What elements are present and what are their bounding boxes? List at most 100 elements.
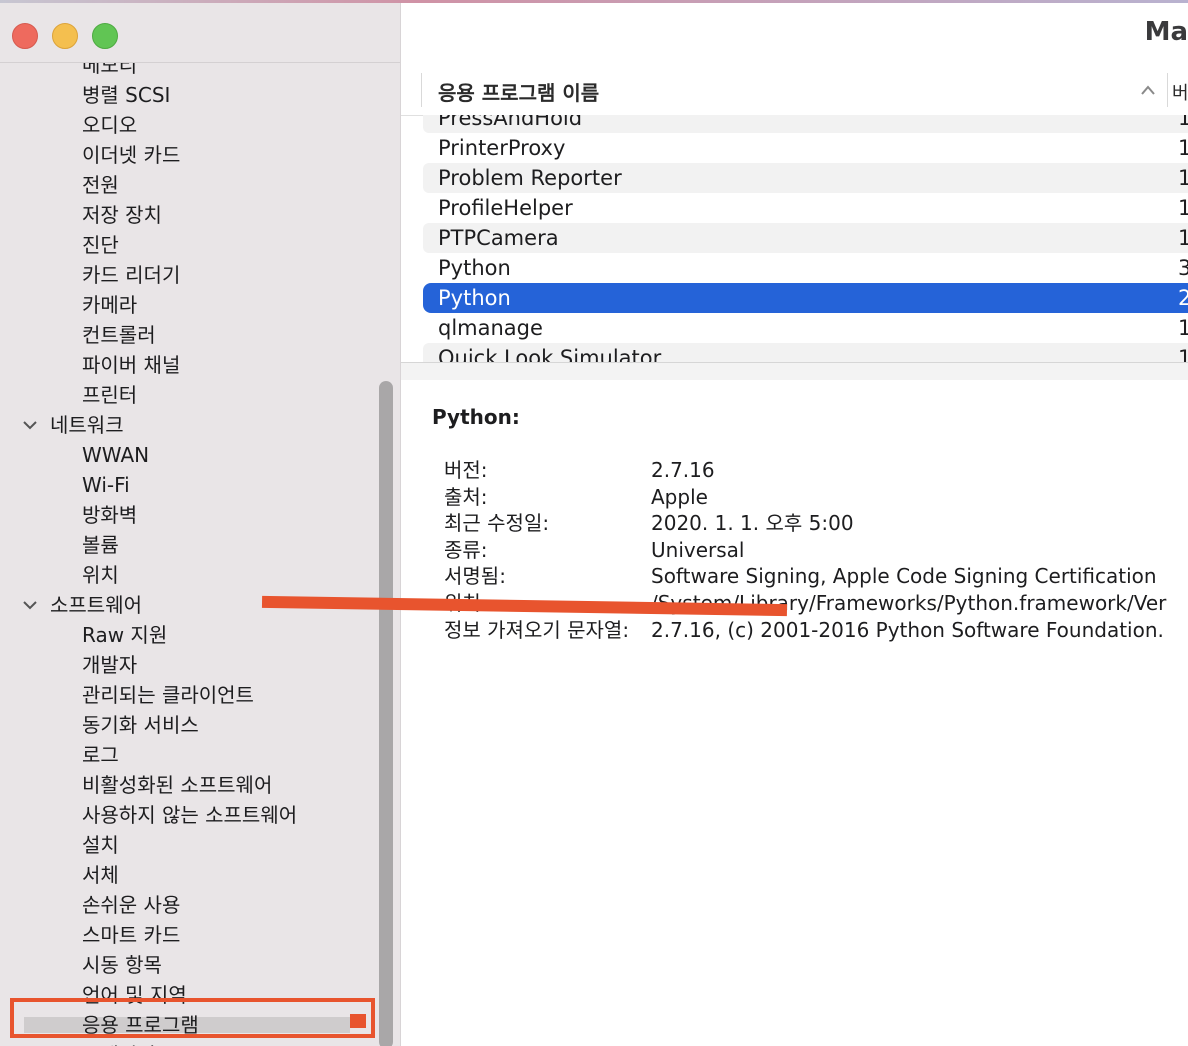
table-row[interactable]: Problem Reporter 1 [423,163,1188,193]
sidebar-item[interactable]: 진단 [0,230,380,260]
app-name-cell: qlmanage [438,316,543,340]
sidebar-item-label: 로그 [82,743,119,767]
sidebar-item-label: WWAN [82,443,150,467]
sidebar-item[interactable]: 파이버 채널 [0,350,380,380]
app-version-cell: 2 [1178,286,1188,310]
sidebar-item[interactable]: Raw 지원 [0,620,380,650]
sidebar-item-label: 카메라 [82,293,138,317]
close-window-button[interactable] [12,23,38,49]
sidebar-item[interactable]: 설치 [0,830,380,860]
sidebar-group[interactable]: 네트워크 [0,410,380,440]
sidebar-item-label: 컨트롤러 [82,323,156,347]
sidebar-item-label: 비활성화된 소프트웨어 [82,773,273,797]
sidebar-item[interactable]: 카메라 [0,290,380,320]
app-version-cell: 1 [1178,226,1188,250]
app-name-cell: ProfileHelper [438,196,573,220]
sidebar-item[interactable]: 개발자 [0,650,380,680]
table-row[interactable]: Python 3 [423,253,1188,283]
sidebar-item[interactable]: 서체 [0,860,380,890]
sidebar-item[interactable]: 비활성화된 소프트웨어 [0,770,380,800]
sidebar-scrollbar[interactable] [379,381,393,1046]
applications-table: PressAndHold 1 PrinterProxy 1 Problem Report… [401,115,1188,362]
sidebar-item-label: 시동 항목 [82,953,162,977]
sidebar-item-label: 프레임워크 [82,1040,174,1046]
app-name-cell: Quick Look Simulator [438,346,662,362]
sidebar-item-label: 관리되는 클라이언트 [82,683,254,707]
sidebar-item-label: 방화벽 [82,503,138,527]
sidebar-item-label: 네트워크 [50,413,124,437]
sidebar-item[interactable]: 이더넷 카드 [0,140,380,170]
sidebar-item-label: 개발자 [82,653,138,677]
detail-field-key: 정보 가져오기 문자열: [444,617,630,642]
sidebar-item[interactable]: 방화벽 [0,500,380,530]
sidebar-item-label: 파이버 채널 [82,353,181,377]
sidebar-item[interactable]: WWAN [0,440,380,470]
chevron-down-icon[interactable] [23,418,37,432]
app-name-cell: Python [438,256,511,280]
table-row[interactable]: qlmanage 1 [423,313,1188,343]
minimize-window-button[interactable] [52,23,78,49]
sidebar-item[interactable]: 컨트롤러 [0,320,380,350]
app-name-cell: Problem Reporter [438,166,622,190]
sidebar-item[interactable]: 위치 [0,560,380,590]
app-version-cell: 1 [1178,196,1188,220]
sidebar-item-label: 진단 [82,233,119,257]
sidebar-item[interactable]: 카드 리더기 [0,260,380,290]
sidebar-item-label: 전원 [82,173,119,197]
sidebar-item-label: 볼륨 [82,533,119,557]
sidebar-item-label: 오디오 [82,113,138,137]
titlebar-divider [0,62,400,63]
chevron-down-icon[interactable] [23,598,37,612]
table-row[interactable]: Python 2 [423,283,1188,313]
sidebar-item[interactable]: 병렬 SCSI [0,80,380,110]
sidebar-item[interactable]: 오디오 [0,110,380,140]
sidebar-item-label: 응용 프로그램 [82,1013,199,1037]
app-version-cell: 1 [1178,166,1188,190]
app-name-cell: PressAndHold [438,115,583,130]
table-row[interactable]: Quick Look Simulator 1 [423,343,1188,362]
sidebar-item[interactable]: 전원 [0,170,380,200]
sidebar-item-label: 프린터 [82,383,138,407]
detail-field-value: Apple [651,484,708,509]
app-version-cell: 3 [1178,256,1188,280]
sidebar-item-label: 저장 장치 [82,203,162,227]
column-header-name[interactable]: 응용 프로그램 이름 [438,77,599,106]
sidebar-item-label: 설치 [82,833,119,857]
main-pane: Ma 응용 프로그램 이름 버 PressAndHold 1 PrinterProx… [401,3,1188,1046]
sidebar-item-label: 위치 [82,563,119,587]
detail-field-value: 2020. 1. 1. 오후 5:00 [651,511,854,536]
table-row[interactable]: PrinterProxy 1 [423,133,1188,163]
sidebar-item[interactable]: 프레임워크 [0,1040,380,1046]
detail-field-key: 종류: [444,537,488,562]
sidebar-item[interactable]: 관리되는 클라이언트 [0,680,380,710]
sidebar-item[interactable]: 프린터 [0,380,380,410]
sidebar-item[interactable]: 동기화 서비스 [0,710,380,740]
sidebar-item[interactable]: 로그 [0,740,380,770]
detail-field-value: 2.7.16 [651,458,715,482]
window-title: Ma [1144,17,1188,47]
detail-title: Python: [432,405,520,429]
app-version-cell: 1 [1178,346,1188,362]
sidebar-item[interactable]: 시동 항목 [0,950,380,980]
column-separator [421,73,422,107]
detail-field-key: 출처: [444,484,488,509]
sidebar-item[interactable]: 사용하지 않는 소프트웨어 [0,800,380,830]
zoom-window-button[interactable] [92,23,118,49]
sidebar-item-label: 카드 리더기 [82,263,181,287]
sidebar-item[interactable]: 스마트 카드 [0,920,380,950]
sidebar: 메모리 병렬 SCSI 오디오 이더넷 카드 전원 저장 장치 진단 카드 리더기 카메라 컨트롤… [0,3,401,1046]
sidebar-item[interactable]: 볼륨 [0,530,380,560]
sidebar-item-label: 이더넷 카드 [82,143,181,167]
sidebar-item[interactable]: Wi-Fi [0,470,380,500]
sidebar-item-label: 서체 [82,863,119,887]
column-header-version[interactable]: 버 [1172,79,1188,105]
sidebar-item-label: 손쉬운 사용 [82,893,181,917]
sidebar-item[interactable]: 손쉬운 사용 [0,890,380,920]
table-header: 응용 프로그램 이름 버 [401,65,1188,116]
table-row[interactable]: PressAndHold 1 [423,115,1188,133]
sort-ascending-icon[interactable] [1141,85,1155,95]
table-row[interactable]: PTPCamera 1 [423,223,1188,253]
app-version-cell: 1 [1178,115,1188,130]
sidebar-item[interactable]: 저장 장치 [0,200,380,230]
table-row[interactable]: ProfileHelper 1 [423,193,1188,223]
